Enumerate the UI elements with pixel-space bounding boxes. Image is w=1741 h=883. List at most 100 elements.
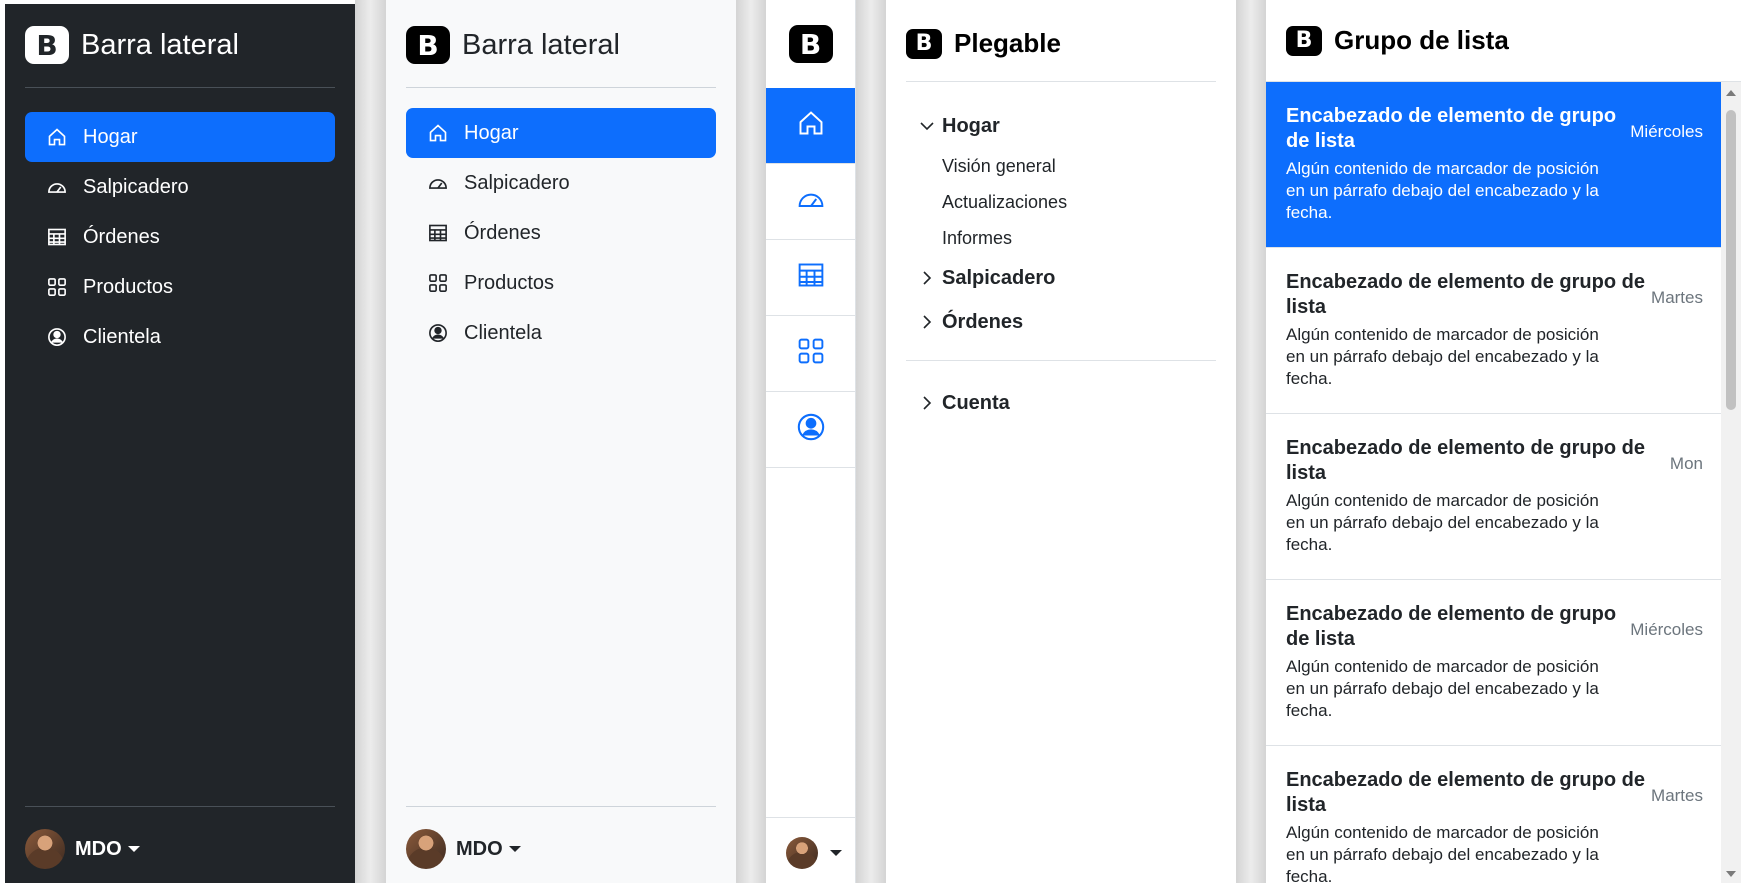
sidebar-item-salpicadero[interactable]: Salpicadero: [406, 158, 716, 208]
link-vision-general[interactable]: Visión general: [906, 148, 1216, 184]
list-group-title: Grupo de lista: [1334, 25, 1509, 55]
customers-link[interactable]: [766, 392, 855, 468]
sidebar-item-clientela[interactable]: Clientela: [406, 308, 716, 358]
sidebar-item-label: Productos: [83, 275, 174, 298]
person-circle-icon: [45, 325, 69, 349]
bootstrap-logo-icon: B: [25, 26, 69, 64]
link-actualizaciones[interactable]: Actualizaciones: [906, 184, 1216, 220]
chevron-down-icon: [916, 118, 938, 134]
list-item[interactable]: Encabezado de elemento de grupo de lista…: [1266, 580, 1721, 746]
avatar: [786, 837, 818, 869]
sidebar-item-hogar[interactable]: Hogar: [406, 108, 716, 158]
table-icon: [45, 225, 69, 249]
grid-icon: [45, 275, 69, 299]
grid-icon: [797, 337, 825, 370]
bootstrap-logo-icon: B: [906, 28, 942, 59]
divider: [25, 87, 335, 88]
house-icon: [426, 121, 450, 145]
list-group-panel: B Grupo de lista Encabezado de elemento …: [1266, 0, 1741, 883]
item-date: Martes: [1651, 786, 1703, 805]
caret-down-icon: [830, 850, 842, 856]
section-label: Salpicadero: [942, 266, 1056, 289]
collapsible-title: Plegable: [954, 28, 1061, 58]
sidebar-item-productos[interactable]: Productos: [406, 258, 716, 308]
sidebar-item-productos[interactable]: Productos: [25, 262, 335, 312]
list-item[interactable]: Encabezado de elemento de grupo de lista…: [1266, 414, 1721, 580]
user-dropdown[interactable]: MDO: [25, 829, 140, 869]
brand-link[interactable]: B Plegable: [906, 28, 1061, 59]
sidebar-item-salpicadero[interactable]: Salpicadero: [25, 162, 335, 212]
products-link[interactable]: [766, 316, 855, 392]
list-item[interactable]: Encabezado de elemento de grupo de lista…: [1266, 82, 1721, 248]
toggle-hogar[interactable]: Hogar: [906, 104, 1216, 148]
speedometer-icon: [796, 185, 826, 218]
list-group: Encabezado de elemento de grupo de lista…: [1266, 82, 1721, 883]
list-item[interactable]: Encabezado de elemento de grupo de lista…: [1266, 248, 1721, 414]
person-circle-icon: [796, 412, 826, 447]
collapse-tree: Hogar Visión general Actualizaciones Inf…: [906, 104, 1216, 425]
collapsible-sidebar: B Plegable Hogar Visión general Actualiz…: [886, 0, 1236, 883]
sidebar-item-ordenes[interactable]: Órdenes: [406, 208, 716, 258]
scrollbar[interactable]: [1721, 82, 1741, 883]
sidebar-item-ordenes[interactable]: Órdenes: [25, 212, 335, 262]
item-heading: Encabezado de elemento de grupo de lista: [1286, 437, 1645, 484]
bootstrap-logo-icon: B: [406, 26, 450, 64]
list-group-header[interactable]: B Grupo de lista: [1266, 0, 1741, 82]
list-item[interactable]: Encabezado de elemento de grupo de lista…: [1266, 746, 1721, 883]
user-name: MDO: [456, 837, 503, 860]
sidebar-item-label: Hogar: [464, 121, 519, 144]
item-date: Miércoles: [1630, 122, 1703, 141]
caret-down-icon: [127, 846, 140, 852]
divider: [406, 87, 716, 88]
scroll-down-icon[interactable]: [1726, 871, 1736, 877]
dark-sidebar: B Barra lateral Hogar Salpicadero Órdene…: [0, 0, 355, 883]
user-dropdown[interactable]: [786, 837, 842, 869]
house-icon: [797, 109, 825, 142]
sidebar-nav: Hogar Salpicadero Órdenes Productos Clie…: [406, 108, 716, 358]
link-informes[interactable]: Informes: [906, 220, 1216, 256]
home-link[interactable]: [766, 88, 855, 164]
item-date: Miércoles: [1630, 620, 1703, 639]
bootstrap-logo-icon: B: [1286, 25, 1322, 56]
scroll-up-icon[interactable]: [1726, 90, 1736, 96]
link-label: Actualizaciones: [942, 191, 1068, 212]
link-label: Visión general: [942, 155, 1056, 176]
user-name: MDO: [75, 837, 122, 860]
user-dropdown[interactable]: MDO: [406, 829, 521, 869]
toggle-cuenta[interactable]: Cuenta: [906, 381, 1216, 425]
divider: [406, 806, 716, 807]
dashboard-link[interactable]: [766, 164, 855, 240]
chevron-right-icon: [916, 314, 938, 330]
orders-link[interactable]: [766, 240, 855, 316]
toggle-salpicadero[interactable]: Salpicadero: [906, 256, 1216, 300]
brand-link[interactable]: B Barra lateral: [406, 26, 620, 64]
section-label: Cuenta: [942, 391, 1010, 414]
grid-icon: [426, 271, 450, 295]
scrollbar-thumb[interactable]: [1726, 110, 1736, 410]
speedometer-icon: [426, 171, 450, 195]
item-body: Algún contenido de marcador de posición …: [1286, 823, 1599, 883]
table-icon: [426, 221, 450, 245]
bootstrap-logo-icon[interactable]: B: [788, 25, 833, 63]
sidebar-item-label: Clientela: [464, 321, 542, 344]
section-label: Hogar: [942, 114, 1000, 137]
link-label: Informes: [942, 227, 1013, 248]
speedometer-icon: [45, 175, 69, 199]
sidebar-item-clientela[interactable]: Clientela: [25, 312, 335, 362]
sidebar-nav: Hogar Salpicadero Órdenes Productos Clie…: [25, 112, 335, 362]
brand-link[interactable]: B Barra lateral: [25, 26, 239, 64]
house-icon: [45, 125, 69, 149]
sidebar-item-hogar[interactable]: Hogar: [25, 112, 335, 162]
sidebar-item-label: Órdenes: [464, 221, 541, 244]
item-date: Martes: [1651, 288, 1703, 307]
table-icon: [796, 261, 826, 294]
item-body: Algún contenido de marcador de posición …: [1286, 657, 1599, 720]
person-circle-icon: [426, 321, 450, 345]
item-heading: Encabezado de elemento de grupo de lista: [1286, 105, 1617, 152]
sidebar-item-label: Clientela: [83, 325, 161, 348]
toggle-ordenes[interactable]: Órdenes: [906, 300, 1216, 344]
item-body: Algún contenido de marcador de posición …: [1286, 159, 1599, 222]
sidebar-item-label: Órdenes: [83, 225, 160, 248]
item-heading: Encabezado de elemento de grupo de lista: [1286, 769, 1645, 816]
divider: [906, 360, 1216, 361]
